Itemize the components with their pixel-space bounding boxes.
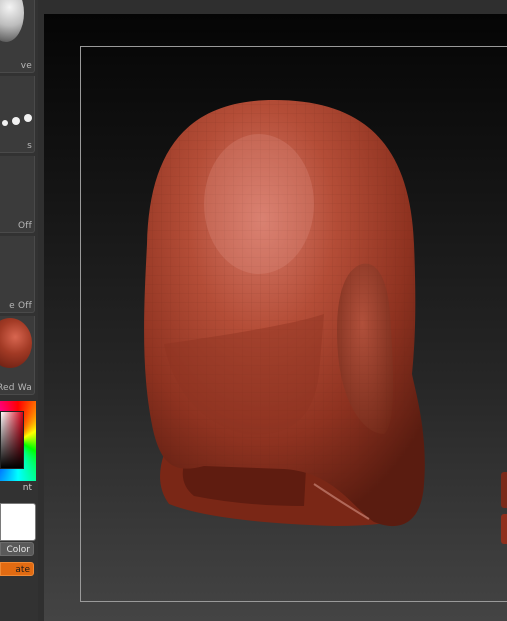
stroke-dot-icon <box>12 117 20 125</box>
head-model[interactable] <box>44 14 507 621</box>
alpha-label: Off <box>17 221 32 231</box>
tool-shelf: ve s Off e Off Red Wa nt Color ate <box>0 0 38 621</box>
stroke-dot-icon <box>24 114 32 122</box>
viewport-side-button[interactable] <box>501 472 507 508</box>
texture-selector[interactable]: e Off <box>0 236 35 313</box>
material-thumbnail <box>0 318 32 368</box>
switch-color-button[interactable]: Color <box>0 542 34 556</box>
stroke-label: s <box>27 141 32 151</box>
canvas-viewport[interactable] <box>44 14 507 621</box>
viewport-side-button[interactable] <box>501 514 507 544</box>
material-selector[interactable]: Red Wa <box>0 316 35 395</box>
alpha-selector[interactable]: Off <box>0 156 35 233</box>
brush-selector[interactable]: ve <box>0 0 35 73</box>
stroke-dot-icon <box>2 120 8 126</box>
main-color-swatch[interactable] <box>0 503 36 541</box>
brush-thumbnail <box>0 0 24 42</box>
texture-label: e Off <box>9 301 32 311</box>
brush-label: ve <box>20 61 32 71</box>
alternate-button[interactable]: ate <box>0 562 34 576</box>
gradient-label: nt <box>22 483 32 493</box>
material-label: Red Wa <box>0 383 32 393</box>
color-picker[interactable] <box>0 401 36 481</box>
color-saturation-square[interactable] <box>0 411 24 469</box>
stroke-selector[interactable]: s <box>0 76 35 153</box>
